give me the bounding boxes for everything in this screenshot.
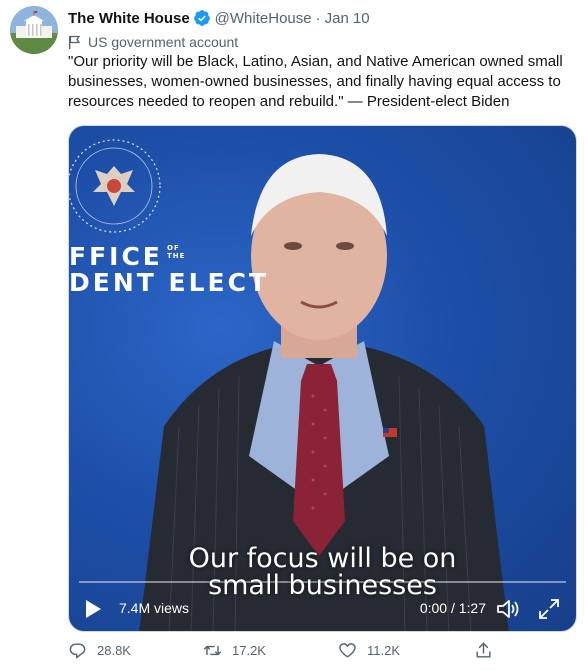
backdrop-text-line1: FFICE [69, 242, 163, 271]
video-controls: 7.4M views 0:00 / 1:27 [69, 587, 576, 631]
retweet-button[interactable]: 17.2K [203, 641, 266, 660]
tweet[interactable]: The White House @WhiteHouse · Jan 10 US … [0, 0, 587, 671]
like-button[interactable]: 11.2K [338, 641, 400, 660]
avatar[interactable] [10, 6, 58, 54]
display-name[interactable]: The White House [68, 10, 190, 27]
heart-icon [339, 643, 356, 658]
separator-dot: · [315, 9, 321, 27]
government-account-label[interactable]: US government account [68, 32, 238, 52]
timestamp[interactable]: Jan 10 [325, 10, 370, 27]
play-icon[interactable] [83, 599, 103, 619]
handle[interactable]: @WhiteHouse [215, 10, 312, 27]
reply-icon [69, 643, 86, 659]
backdrop-text-line2: DENT ELECT [69, 268, 269, 297]
flag-icon [69, 35, 81, 49]
reply-button[interactable]: 28.8K [68, 641, 131, 660]
tweet-actions: 28.8K 17.2K 11.2K [68, 641, 508, 663]
like-count: 11.2K [367, 643, 401, 658]
expand-icon[interactable] [538, 598, 560, 620]
retweet-count: 17.2K [232, 643, 266, 658]
reply-count: 28.8K [97, 643, 131, 658]
volume-icon[interactable] [496, 598, 520, 620]
video-timecode: 0:00 / 1:27 [419, 600, 486, 616]
government-account-text: US government account [88, 34, 239, 50]
share-button[interactable] [474, 641, 503, 660]
retweet-icon [203, 645, 222, 656]
backdrop-text-small: OF THE [167, 244, 186, 260]
white-house-icon [10, 6, 58, 54]
video-player[interactable]: FFICE OF THE DENT ELECT Our focus will b… [68, 125, 577, 632]
tweet-header: The White House @WhiteHouse · Jan 10 [68, 8, 370, 28]
tweet-text: "Our priority will be Black, Latino, Asi… [68, 53, 563, 110]
share-icon [476, 642, 491, 658]
view-count: 7.4M views [119, 600, 190, 616]
verified-badge-icon [193, 10, 210, 26]
